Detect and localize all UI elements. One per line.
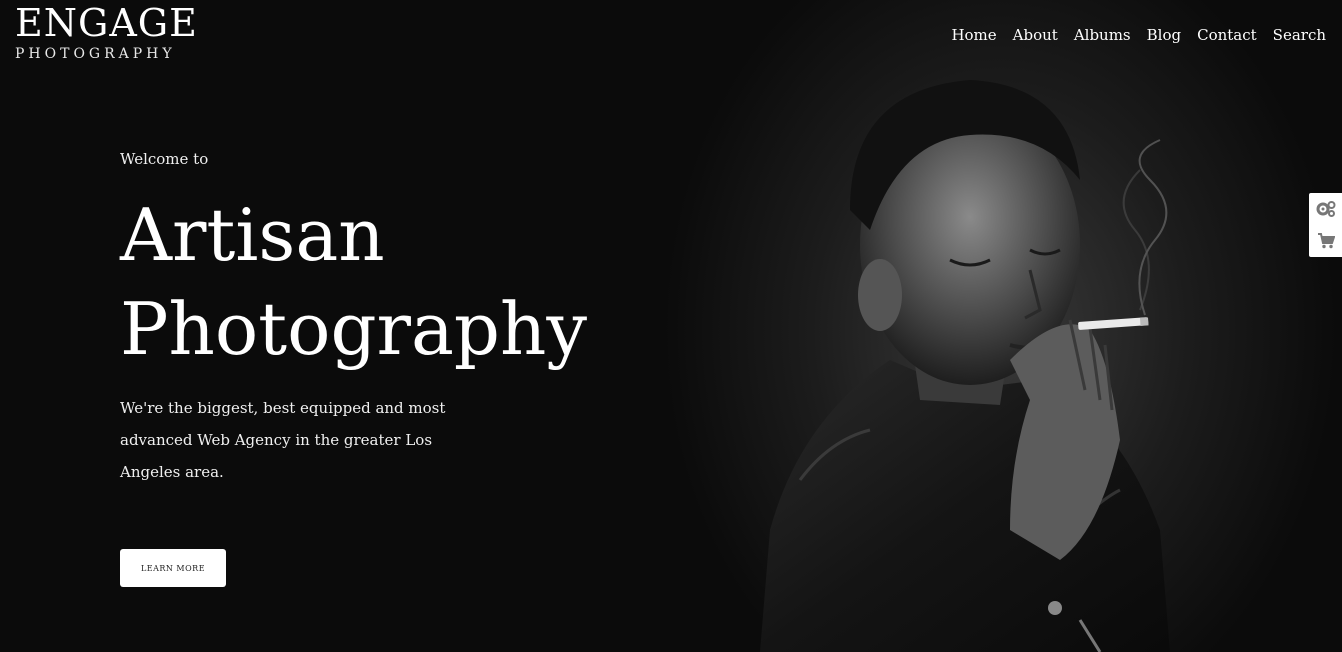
cart-icon[interactable] bbox=[1315, 230, 1337, 252]
hero-title-line1: Artisan bbox=[120, 193, 385, 277]
learn-more-button[interactable]: LEARN MORE bbox=[120, 549, 226, 587]
hero-portrait-image bbox=[760, 80, 1170, 652]
nav-item-search[interactable]: Search bbox=[1273, 26, 1326, 44]
hero-content: Welcome to Artisan Photography We're the… bbox=[120, 150, 640, 488]
hero-section: ENGAGE PHOTOGRAPHY Home About Albums Blo… bbox=[0, 0, 1342, 652]
nav-item-contact[interactable]: Contact bbox=[1197, 26, 1257, 44]
hero-welcome-text: Welcome to bbox=[120, 150, 209, 168]
nav-item-about[interactable]: About bbox=[1013, 26, 1058, 44]
site-logo[interactable]: ENGAGE PHOTOGRAPHY bbox=[15, 4, 198, 61]
nav-item-home[interactable]: Home bbox=[951, 26, 996, 44]
hero-title: Artisan Photography bbox=[120, 188, 640, 376]
logo-subtitle: PHOTOGRAPHY bbox=[15, 46, 176, 62]
gears-icon[interactable] bbox=[1315, 198, 1337, 220]
hero-title-line2: Photography bbox=[120, 287, 588, 371]
floating-side-panel bbox=[1309, 193, 1342, 257]
nav-item-blog[interactable]: Blog bbox=[1147, 26, 1181, 44]
main-nav: Home About Albums Blog Contact Search bbox=[951, 26, 1326, 44]
hero-description: We're the biggest, best equipped and mos… bbox=[120, 399, 446, 481]
nav-item-albums[interactable]: Albums bbox=[1074, 26, 1131, 44]
logo-title: ENGAGE bbox=[15, 1, 198, 45]
